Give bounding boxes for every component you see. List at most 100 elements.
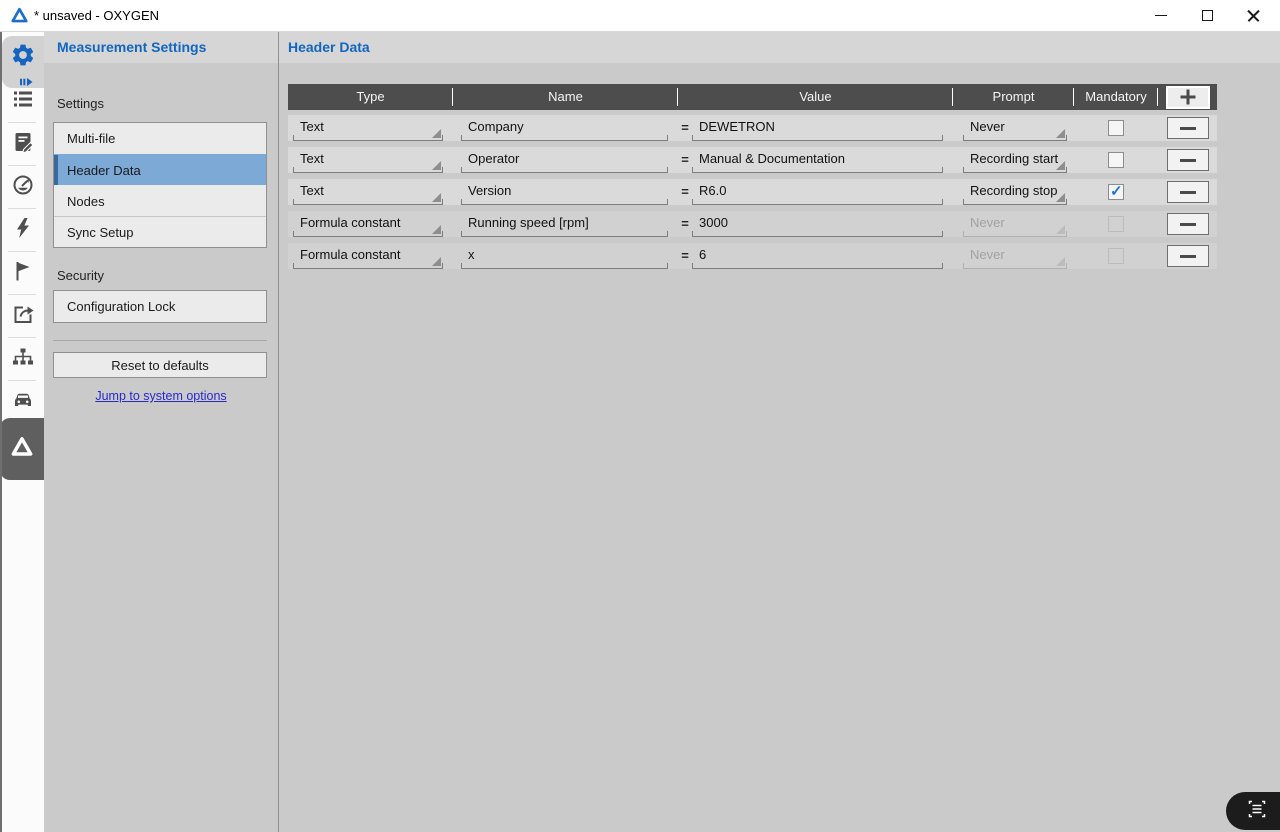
window-title: * unsaved - OXYGEN [34, 0, 159, 31]
type-dropdown[interactable]: Formula constant [293, 243, 443, 269]
flag-icon [11, 259, 35, 288]
settings-item-sync-setup[interactable]: Sync Setup [54, 216, 266, 247]
name-input[interactable]: Company [461, 115, 668, 141]
prompt-dropdown[interactable]: Recording start [963, 147, 1067, 173]
value-input[interactable]: 3000 [692, 211, 943, 237]
type-dropdown[interactable]: Text [293, 115, 443, 141]
sidebar-separator [8, 294, 36, 295]
minus-icon [1180, 159, 1196, 162]
remove-row-button[interactable] [1167, 245, 1209, 267]
remove-row-button[interactable] [1167, 181, 1209, 203]
sidebar-item-settings[interactable] [2, 36, 44, 88]
prompt-dropdown[interactable]: Recording stop [963, 179, 1067, 205]
sidebar-separator [8, 165, 36, 166]
sidebar-separator [8, 122, 36, 123]
table-row: Text Version = R6.0 Recording stop [288, 179, 1217, 205]
dropdown-arrow-icon [1056, 225, 1065, 234]
security-item-configuration-lock[interactable]: Configuration Lock [54, 291, 266, 322]
minus-icon [1180, 127, 1196, 130]
sidebar-separator [8, 337, 36, 338]
name-input[interactable]: Version [461, 179, 668, 205]
minimize-button[interactable] [1138, 0, 1184, 31]
channel-list-bracket-icon [1246, 798, 1268, 825]
prompt-dropdown[interactable]: Never [963, 211, 1067, 237]
dropdown-arrow-icon [1056, 257, 1065, 266]
car-icon [11, 388, 35, 417]
remove-row-button[interactable] [1167, 149, 1209, 171]
settings-item-nodes[interactable]: Nodes [54, 185, 266, 216]
minus-icon [1180, 255, 1196, 258]
channel-list-fab-button[interactable] [1226, 792, 1280, 830]
table-row: Formula constant x = 6 Never [288, 243, 1217, 269]
col-header-add [1158, 84, 1217, 110]
value-input[interactable]: Manual & Documentation [692, 147, 943, 173]
reset-to-defaults-button[interactable]: Reset to defaults [53, 352, 267, 378]
prompt-dropdown[interactable]: Never [963, 243, 1067, 269]
mandatory-checkbox[interactable] [1108, 184, 1124, 200]
remove-row-button[interactable] [1167, 213, 1209, 235]
close-button[interactable] [1230, 0, 1276, 31]
col-header-value: Value [678, 84, 953, 110]
settings-item-multi-file[interactable]: Multi-file [54, 123, 266, 154]
dropdown-arrow-icon [432, 225, 441, 234]
sidebar-item-power[interactable] [2, 213, 44, 247]
minus-icon [1180, 191, 1196, 194]
sidebar-item-markers[interactable] [2, 256, 44, 290]
table-row: Text Company = DEWETRON Never [288, 115, 1217, 141]
equals-sign: = [678, 179, 692, 205]
dropdown-arrow-icon [432, 161, 441, 170]
minus-icon [1180, 223, 1196, 226]
dropdown-arrow-icon [1056, 129, 1065, 138]
panel-separator [53, 340, 267, 341]
maximize-button[interactable] [1184, 0, 1230, 31]
sidebar-separator [8, 380, 36, 381]
export-icon [11, 302, 35, 331]
col-header-prompt: Prompt [953, 84, 1074, 110]
add-row-button[interactable] [1166, 86, 1210, 109]
sidebar-item-overview[interactable] [2, 170, 44, 204]
mandatory-checkbox[interactable] [1108, 152, 1124, 168]
prompt-dropdown[interactable]: Never [963, 115, 1067, 141]
sidebar-separator [8, 208, 36, 209]
dropdown-arrow-icon [1056, 193, 1065, 202]
jump-to-system-options-link[interactable]: Jump to system options [44, 389, 278, 403]
sidebar-item-network[interactable] [2, 342, 44, 376]
value-input[interactable]: DEWETRON [692, 115, 943, 141]
sidebar-item-dewetron[interactable] [0, 418, 44, 480]
table-row: Formula constant Running speed [rpm] = 3… [288, 211, 1217, 237]
sidebar-item-report[interactable] [2, 127, 44, 161]
sidebar-item-channel-list[interactable] [2, 84, 44, 118]
type-dropdown[interactable]: Text [293, 179, 443, 205]
type-dropdown[interactable]: Formula constant [293, 211, 443, 237]
sidebar-separator [8, 251, 36, 252]
sidebar-item-vehicle[interactable] [2, 385, 44, 419]
minimize-icon [1155, 15, 1167, 17]
channel-list-icon [11, 87, 35, 116]
settings-item-header-data[interactable]: Header Data [54, 154, 266, 185]
lightning-icon [11, 216, 35, 245]
panel-header: Measurement Settings [44, 32, 278, 63]
col-header-mandatory: Mandatory [1074, 84, 1158, 110]
name-input[interactable]: Operator [461, 147, 668, 173]
dropdown-arrow-icon [432, 193, 441, 202]
report-edit-icon [11, 130, 35, 159]
name-input[interactable]: x [461, 243, 668, 269]
sidebar-item-export[interactable] [2, 299, 44, 333]
mandatory-checkbox[interactable] [1108, 216, 1124, 232]
col-header-name: Name [453, 84, 678, 110]
mandatory-checkbox[interactable] [1108, 248, 1124, 264]
settings-section-label: Settings [57, 96, 104, 111]
main-header: Header Data [279, 32, 1280, 63]
value-input[interactable]: R6.0 [692, 179, 943, 205]
dewetron-logo-icon [9, 434, 35, 465]
dropdown-arrow-icon [1056, 161, 1065, 170]
name-input[interactable]: Running speed [rpm] [461, 211, 668, 237]
security-section-label: Security [57, 268, 104, 283]
type-dropdown[interactable]: Text [293, 147, 443, 173]
mandatory-checkbox[interactable] [1108, 120, 1124, 136]
sidebar-edge [0, 32, 2, 832]
gauge-icon [11, 173, 35, 202]
remove-row-button[interactable] [1167, 117, 1209, 139]
value-input[interactable]: 6 [692, 243, 943, 269]
main-title: Header Data [279, 32, 1280, 63]
